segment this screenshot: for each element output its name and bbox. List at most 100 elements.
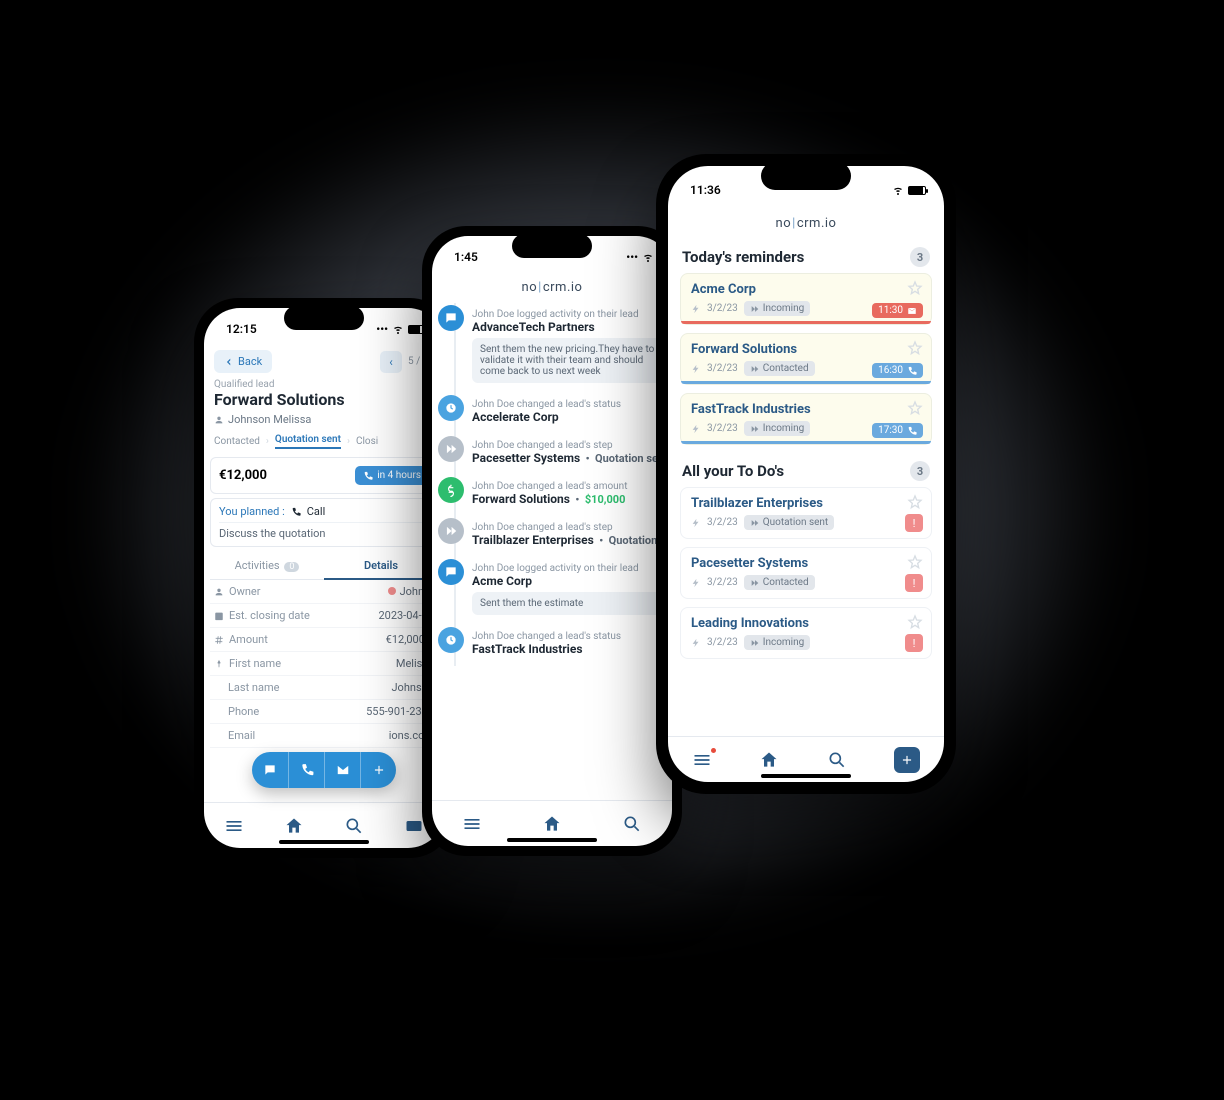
timeline-title: Trailblazer Enterprises • Quotation s	[472, 533, 666, 547]
star-icon[interactable]	[907, 400, 923, 420]
timeline-meta: John Doe logged activity on their lead	[472, 309, 666, 320]
todos-count: 3	[910, 461, 930, 481]
menu-icon[interactable]	[224, 816, 244, 836]
chat-button[interactable]	[252, 752, 288, 788]
reminder-card[interactable]: FastTrack Industries3/2/23 Incoming17:30	[680, 393, 932, 445]
wifi-icon	[392, 323, 404, 335]
phone-lead-detail: 12:15 ••• Back ‹ 5 / 11 Qualified lead F…	[194, 298, 454, 858]
phone-reminders: 11:36 no|crm.io Today's reminders 3 Acme…	[656, 154, 956, 794]
phone-icon	[291, 507, 301, 517]
call-button[interactable]	[288, 752, 324, 788]
reminder-time-button[interactable]: in 4 hours	[355, 466, 429, 485]
timeline-title: Acme Corp	[472, 574, 666, 588]
back-button[interactable]: Back	[214, 350, 272, 373]
timeline-icon	[438, 627, 464, 653]
timeline-meta: John Doe changed a lead's step	[472, 522, 666, 533]
person-icon	[214, 587, 224, 597]
search-icon[interactable]	[827, 750, 847, 770]
menu-icon[interactable]	[462, 814, 482, 834]
star-icon[interactable]	[907, 340, 923, 360]
timeline-item[interactable]: John Doe changed a lead's statusFastTrac…	[472, 625, 666, 666]
lead-amount: €12,000	[219, 468, 267, 483]
home-icon[interactable]	[759, 750, 779, 770]
reminders-count: 3	[910, 247, 930, 267]
notification-dot	[711, 748, 716, 753]
timeline-note: Sent them the estimate	[472, 592, 666, 615]
timeline-title: Accelerate Corp	[472, 410, 666, 424]
reminder-card[interactable]: Forward Solutions3/2/23 Contacted16:30	[680, 333, 932, 385]
tab-details[interactable]: Details	[324, 553, 438, 580]
timeline-title: Pacesetter Systems • Quotation sen	[472, 451, 666, 465]
reminders-heading: Today's reminders	[682, 248, 804, 266]
add-button[interactable]	[360, 752, 396, 788]
timeline-meta: John Doe changed a lead's status	[472, 631, 666, 642]
search-icon[interactable]	[622, 814, 642, 834]
todo-name: Pacesetter Systems	[691, 556, 921, 571]
email-button[interactable]	[324, 752, 360, 788]
phone-icon	[363, 471, 373, 481]
timeline-meta: John Doe logged activity on their lead	[472, 563, 666, 574]
reminder-name: FastTrack Industries	[691, 402, 921, 417]
todo-card[interactable]: Pacesetter Systems3/2/23 Contacted!	[680, 547, 932, 599]
timeline-item[interactable]: John Doe changed a lead's stepTrailblaze…	[472, 516, 666, 557]
wifi-icon	[642, 251, 654, 263]
calendar-icon	[214, 611, 224, 621]
card-icon[interactable]	[404, 816, 424, 836]
priority-flag: !	[905, 514, 923, 532]
star-icon[interactable]	[907, 494, 923, 514]
lead-title: Forward Solutions	[210, 390, 438, 413]
clock: 11:36	[690, 183, 721, 197]
timeline-icon	[438, 518, 464, 544]
timeline-item[interactable]: John Doe logged activity on their leadAd…	[472, 303, 666, 393]
time-badge: 16:30	[872, 363, 923, 378]
reminder-card[interactable]: Acme Corp3/2/23 Incoming11:30	[680, 273, 932, 325]
time-badge: 17:30	[872, 423, 923, 438]
qualified-label: Qualified lead	[210, 373, 438, 390]
todo-card[interactable]: Trailblazer Enterprises3/2/23 Quotation …	[680, 487, 932, 539]
clock: 1:45	[454, 250, 478, 264]
arrow-left-icon	[224, 357, 234, 367]
timeline-icon	[438, 436, 464, 462]
reminder-name: Forward Solutions	[691, 342, 921, 357]
prev-lead-button[interactable]: ‹	[380, 351, 402, 373]
person-icon	[214, 415, 224, 425]
menu-icon[interactable]	[692, 750, 712, 770]
star-icon[interactable]	[907, 280, 923, 300]
todo-name: Leading Innovations	[691, 616, 921, 631]
timeline-meta: John Doe changed a lead's step	[472, 440, 666, 451]
pin-icon	[214, 659, 224, 669]
tab-activities[interactable]: Activities 0	[210, 553, 324, 580]
timeline-item[interactable]: John Doe logged activity on their leadAc…	[472, 557, 666, 625]
wifi-icon	[892, 184, 904, 196]
star-icon[interactable]	[907, 614, 923, 634]
home-icon[interactable]	[284, 816, 304, 836]
priority-flag: !	[905, 634, 923, 652]
app-brand: no|crm.io	[432, 278, 672, 303]
timeline-icon	[438, 395, 464, 421]
priority-flag: !	[905, 574, 923, 592]
timeline-meta: John Doe changed a lead's status	[472, 399, 666, 410]
add-button[interactable]	[894, 747, 920, 773]
quick-action-strip	[252, 752, 396, 788]
timeline-note: Sent them the new pricing.They have to v…	[472, 338, 666, 383]
timeline-item[interactable]: John Doe changed a lead's statusAccelera…	[472, 393, 666, 434]
timeline-item[interactable]: John Doe changed a lead's amountForward …	[472, 475, 666, 516]
star-icon[interactable]	[907, 554, 923, 574]
app-brand: no|crm.io	[668, 214, 944, 239]
phone-activity-feed: 1:45 ••• no|crm.io John Doe logged activ…	[422, 226, 682, 856]
search-icon[interactable]	[344, 816, 364, 836]
planned-action-box: You planned : Call Discuss the quotation	[210, 498, 438, 547]
lead-owner: Johnson Melissa	[210, 413, 438, 430]
timeline-title: Forward Solutions • $10,000	[472, 492, 666, 506]
home-icon[interactable]	[542, 814, 562, 834]
timeline-item[interactable]: John Doe changed a lead's stepPacesetter…	[472, 434, 666, 475]
time-badge: 11:30	[872, 303, 923, 318]
hash-icon	[214, 635, 224, 645]
todo-card[interactable]: Leading Innovations3/2/23 Incoming!	[680, 607, 932, 659]
reminder-name: Acme Corp	[691, 282, 921, 297]
timeline-title: AdvanceTech Partners	[472, 320, 666, 334]
todos-heading: All your To Do's	[682, 462, 784, 480]
timeline-meta: John Doe changed a lead's amount	[472, 481, 666, 492]
pipeline-steps[interactable]: Contacted › Quotation sent › Closi	[210, 430, 438, 453]
timeline-icon	[438, 477, 464, 503]
